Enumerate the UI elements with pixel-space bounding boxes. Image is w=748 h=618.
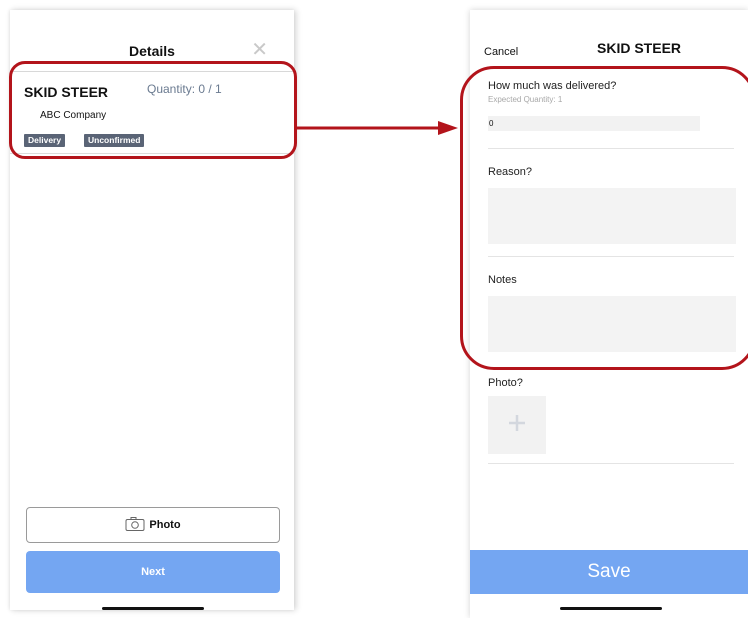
next-button[interactable]: Next <box>26 551 280 593</box>
photo-button[interactable]: Photo <box>26 507 280 543</box>
notes-field[interactable] <box>488 296 736 352</box>
delivered-question: How much was delivered? <box>488 80 617 92</box>
photo-label: Photo? <box>488 377 523 389</box>
item-card[interactable]: SKID STEER Quantity: 0 / 1 ABC Company D… <box>10 72 294 154</box>
delivery-badge: Delivery <box>24 134 66 147</box>
page-title: SKID STEER <box>597 40 682 56</box>
details-header: Details ✕ <box>10 10 294 72</box>
expected-quantity: Expected Quantity: 1 <box>488 95 563 104</box>
reason-field[interactable] <box>488 188 736 244</box>
delivery-form-screen: Cancel SKID STEER How much was delivered… <box>470 10 748 618</box>
plus-icon <box>507 413 527 438</box>
item-quantity: Quantity: 0 / 1 <box>147 82 222 96</box>
home-indicator[interactable] <box>560 607 662 610</box>
divider <box>488 256 734 257</box>
status-badge: Unconfirmed <box>84 134 145 147</box>
item-company: ABC Company <box>40 110 107 121</box>
add-photo-button[interactable] <box>488 396 546 454</box>
divider <box>488 463 734 464</box>
photo-button-label: Photo <box>149 519 181 531</box>
close-icon[interactable]: ✕ <box>251 40 268 60</box>
delivered-quantity-input[interactable] <box>488 116 700 131</box>
item-name: SKID STEER <box>24 84 109 100</box>
home-indicator[interactable] <box>102 607 204 610</box>
save-button[interactable]: Save <box>470 550 748 594</box>
cancel-button[interactable]: Cancel <box>484 46 518 58</box>
notes-label: Notes <box>488 274 517 286</box>
details-screen: Details ✕ SKID STEER Quantity: 0 / 1 ABC… <box>10 10 294 610</box>
reason-label: Reason? <box>488 166 533 178</box>
camera-icon <box>125 516 145 534</box>
divider <box>488 148 734 149</box>
